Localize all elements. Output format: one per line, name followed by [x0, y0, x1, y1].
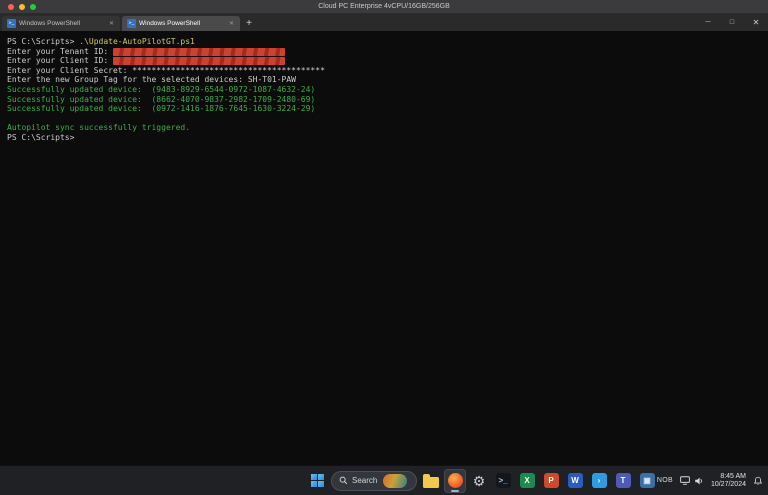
terminal-text: Successfully updated device: (8662-4070-… [7, 94, 316, 104]
teams-icon: T [615, 473, 631, 488]
word-icon: W [567, 473, 583, 488]
open-app-indicator [451, 489, 459, 492]
macos-close-button[interactable] [8, 4, 14, 10]
powershell-icon: >_ [127, 19, 136, 28]
browser-icon [447, 473, 463, 488]
close-icon[interactable]: ✕ [744, 14, 768, 31]
taskbar: Search ⚙ >_ X P W › T ▣ ^ NOB 8:45 AM 10/27/202… [0, 465, 768, 495]
terminal-line: Successfully updated device: (0972-1416-… [7, 104, 761, 114]
terminal-output[interactable]: PS C:\Scripts> .\Update-AutoPilotGT.ps1 E… [0, 31, 768, 465]
window-controls: ─ □ ✕ [696, 14, 768, 31]
tab-close-icon[interactable]: ✕ [228, 20, 235, 27]
start-button[interactable] [306, 469, 328, 493]
taskbar-clock[interactable]: 8:45 AM 10/27/2024 [711, 473, 746, 489]
taskbar-search[interactable]: Search [331, 470, 417, 491]
terminal-text: Enter the new Group Tag for the selected… [7, 75, 296, 85]
terminal-text: Autopilot sync successfully triggered. [7, 123, 191, 133]
vscode-icon: › [591, 473, 607, 488]
terminal-text: PS C:\Scripts> [7, 37, 80, 46]
terminal-line: PS C:\Scripts> [7, 133, 761, 143]
tab-label: Windows PowerShell [139, 20, 201, 27]
vscode-taskbar-button[interactable]: › [588, 469, 610, 493]
terminal-line: Enter your Tenant ID: [7, 47, 761, 57]
terminal-text: Enter your Tenant ID: [7, 46, 113, 56]
file-explorer-taskbar-button[interactable] [420, 469, 442, 493]
terminal-line: PS C:\Scripts> .\Update-AutoPilotGT.ps1 [7, 37, 761, 47]
terminal-text: .\Update-AutoPilotGT.ps1 [79, 37, 195, 46]
terminal-text: Successfully updated device: (0972-1416-… [7, 104, 316, 114]
terminal-line: Autopilot sync successfully triggered. [7, 123, 761, 133]
macos-titlebar: Cloud PC Enterprise 4vCPU/16GB/256GB [0, 0, 768, 14]
volume-icon [695, 477, 702, 484]
taskbar-app-icons: ⚙ >_ X P W › T ▣ [420, 468, 658, 493]
terminal-line: Enter your Client Secret: **************… [7, 66, 761, 76]
tray-overflow-chevron-icon[interactable]: ^ [646, 477, 650, 486]
terminal-tab-bar: >_ Windows PowerShell ✕ >_ Windows Power… [0, 14, 768, 31]
terminal-text: PS C:\Scripts> [7, 132, 75, 142]
macos-traffic-lights [8, 4, 36, 10]
terminal-text: Enter your Client ID: [7, 56, 113, 66]
clock-date: 10/27/2024 [710, 480, 746, 488]
language-indicator[interactable]: NOB [657, 477, 673, 484]
terminal-taskbar-button[interactable]: >_ [492, 469, 514, 493]
terminal-line: Successfully updated device: (9483-8929-… [7, 85, 761, 95]
file-explorer-icon [423, 473, 439, 488]
powershell-icon: >_ [7, 19, 16, 28]
tray-status-icons[interactable] [680, 476, 704, 486]
powerpoint-taskbar-button[interactable]: P [540, 469, 562, 493]
clock-time: 8:45 AM [720, 472, 746, 480]
word-taskbar-button[interactable]: W [564, 469, 586, 493]
browser-taskbar-button[interactable] [444, 468, 466, 493]
display-icon [680, 476, 690, 485]
search-highlight-thumbnail [383, 473, 408, 488]
terminal-text: Enter your Client Secret: **************… [7, 65, 325, 75]
redacted-value [112, 57, 285, 66]
tab-close-icon[interactable]: ✕ [108, 20, 115, 27]
terminal-text: Successfully updated device: (9483-8929-… [7, 84, 316, 94]
terminal-line: Enter the new Group Tag for the selected… [7, 75, 761, 85]
terminal-line: Enter your Client ID: [7, 56, 761, 66]
macos-window-title: Cloud PC Enterprise 4vCPU/16GB/256GB [318, 2, 450, 10]
powerpoint-icon: P [543, 473, 559, 488]
terminal-icon: >_ [495, 473, 511, 488]
macos-zoom-button[interactable] [30, 4, 36, 10]
system-tray: ^ NOB 8:45 AM 10/27/2024 [646, 466, 763, 495]
settings-gear-taskbar-button[interactable]: ⚙ [468, 469, 490, 493]
settings-gear-icon: ⚙ [472, 472, 486, 489]
excel-icon: X [519, 473, 535, 488]
screen: Cloud PC Enterprise 4vCPU/16GB/256GB >_ … [0, 0, 768, 495]
redacted-value [112, 47, 285, 56]
macos-minimize-button[interactable] [19, 4, 25, 10]
taskbar-center-group: Search ⚙ >_ X P W › T ▣ [306, 466, 658, 495]
excel-taskbar-button[interactable]: X [516, 469, 538, 493]
maximize-icon[interactable]: □ [720, 14, 744, 31]
tab-windows-powershell-1[interactable]: >_ Windows PowerShell ✕ [2, 16, 120, 31]
windows-logo-icon [310, 474, 324, 487]
search-icon [339, 476, 348, 485]
terminal-line: Successfully updated device: (8662-4070-… [7, 95, 761, 105]
minimize-icon[interactable]: ─ [696, 14, 720, 31]
search-label: Search [352, 476, 378, 485]
new-tab-button[interactable]: + [240, 16, 258, 31]
tab-windows-powershell-2[interactable]: >_ Windows PowerShell ✕ [122, 16, 240, 31]
teams-taskbar-button[interactable]: T [612, 469, 634, 493]
tab-label: Windows PowerShell [19, 20, 81, 27]
notifications-bell-icon[interactable] [753, 476, 763, 486]
